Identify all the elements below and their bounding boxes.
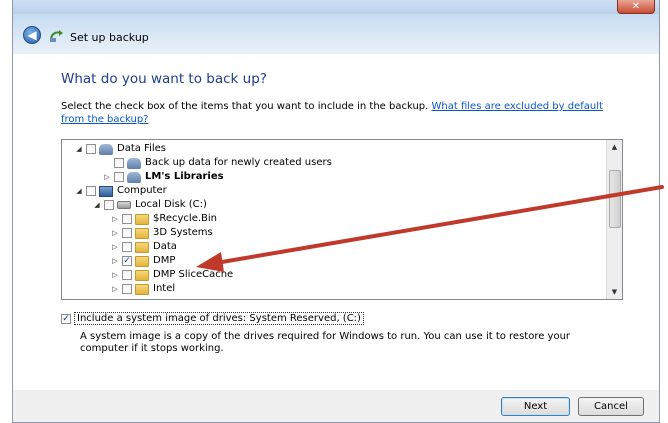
tree-item-label: Data Files xyxy=(117,143,166,154)
tree-item-checkbox[interactable] xyxy=(86,144,96,154)
expand-toggle-icon[interactable]: ◢ xyxy=(74,142,84,156)
tree-item-label: Computer xyxy=(117,185,167,196)
tree-item-checkbox[interactable] xyxy=(122,284,132,294)
tree-item[interactable]: ▷ 3D Systems xyxy=(110,226,213,240)
tree-item[interactable]: ◢ Local Disk (C:) xyxy=(92,198,207,212)
tree-item-label: Intel xyxy=(153,283,176,294)
intro-instructions: Select the check box of the items that y… xyxy=(61,101,432,112)
tree-item-checkbox[interactable] xyxy=(114,158,124,168)
tree-item[interactable]: ▷ ✓ DMP xyxy=(110,254,175,268)
tree-item-checkbox[interactable] xyxy=(122,270,132,280)
back-button[interactable]: ◀ xyxy=(23,26,41,44)
folder-icon xyxy=(135,213,149,225)
tree-item-checkbox[interactable] xyxy=(122,228,132,238)
expand-toggle-icon[interactable]: ▷ xyxy=(102,170,112,184)
expand-toggle-icon[interactable]: ▷ xyxy=(110,240,120,254)
wizard-content: What do you want to back up? Select the … xyxy=(13,54,659,390)
system-image-label[interactable]: Include a system image of drives: System… xyxy=(74,312,364,325)
expand-toggle-icon[interactable]: ▷ xyxy=(110,212,120,226)
users-icon xyxy=(127,157,141,169)
intro-text: Select the check box of the items that y… xyxy=(61,100,621,126)
tree-item-label: Back up data for newly created users xyxy=(145,157,332,168)
back-arrow-icon: ◀ xyxy=(27,28,37,42)
tree-item-label: $Recycle.Bin xyxy=(153,213,218,224)
tree-scrollbar[interactable]: ▲ ▼ xyxy=(606,140,622,299)
navigation-bar: ◀ Set up backup xyxy=(13,14,659,54)
folder-icon xyxy=(135,227,149,239)
close-button[interactable]: ✕ xyxy=(617,0,655,14)
tree-item[interactable]: ◢ Computer xyxy=(74,184,167,198)
wizard-title: Set up backup xyxy=(70,31,149,44)
tree-item[interactable]: ▷ Data xyxy=(110,240,177,254)
cancel-button[interactable]: Cancel xyxy=(578,397,644,416)
system-image-option[interactable]: ✓ Include a system image of drives: Syst… xyxy=(61,312,364,325)
tree-item-label: LM's Libraries xyxy=(145,171,224,182)
folder-icon xyxy=(135,255,149,267)
tree-item-label: Data xyxy=(153,241,177,252)
backup-wizard-window: ✕ ◀ Set up backup What do you want to ba… xyxy=(12,0,660,423)
tree-item[interactable]: ▷ Intel xyxy=(110,282,175,296)
tree-item-checkbox[interactable] xyxy=(122,214,132,224)
expand-toggle-icon[interactable]: ▷ xyxy=(110,282,120,296)
expand-toggle-icon[interactable]: ◢ xyxy=(74,184,84,198)
backup-items-tree[interactable]: ◢ Data Files Back up data for newly create… xyxy=(61,139,623,300)
expand-toggle-icon[interactable]: ▷ xyxy=(110,254,120,268)
tree-item[interactable]: Back up data for newly created users xyxy=(102,156,332,170)
folder-icon xyxy=(135,241,149,253)
expand-toggle-icon[interactable]: ▷ xyxy=(110,226,120,240)
folder-icon xyxy=(135,269,149,281)
tree-item-checkbox[interactable] xyxy=(104,200,114,210)
expand-toggle-icon[interactable]: ▷ xyxy=(110,268,120,282)
scroll-up-icon[interactable]: ▲ xyxy=(607,140,622,154)
tree-item-checkbox[interactable] xyxy=(114,172,124,182)
tree-item[interactable]: ▷ DMP SliceCache xyxy=(110,268,233,282)
drive-icon xyxy=(117,201,131,209)
tree-item-label: Local Disk (C:) xyxy=(135,199,207,210)
tree-item-checkbox[interactable] xyxy=(122,242,132,252)
scroll-thumb[interactable] xyxy=(609,170,621,228)
users-icon xyxy=(99,143,113,155)
page-heading: What do you want to back up? xyxy=(61,71,267,87)
next-button[interactable]: Next xyxy=(501,397,570,416)
tree-item[interactable]: ▷ $Recycle.Bin xyxy=(110,212,217,226)
scroll-down-icon[interactable]: ▼ xyxy=(607,285,622,299)
tree-item-checkbox[interactable] xyxy=(86,186,96,196)
expand-toggle-icon[interactable]: ◢ xyxy=(92,198,102,212)
folder-icon xyxy=(135,283,149,295)
system-image-checkbox[interactable]: ✓ xyxy=(61,313,71,324)
tree-item[interactable]: ◢ Data Files xyxy=(74,142,166,156)
tree-item-label: DMP xyxy=(153,255,176,266)
title-bar: ✕ xyxy=(13,0,659,14)
backup-icon xyxy=(50,30,63,42)
computer-icon xyxy=(99,185,113,197)
tree-item-label: DMP SliceCache xyxy=(153,269,234,280)
system-image-description: A system image is a copy of the drives r… xyxy=(80,331,571,354)
tree-item-label: 3D Systems xyxy=(153,227,213,238)
users-icon xyxy=(127,171,141,183)
close-icon: ✕ xyxy=(631,1,641,12)
tree-item[interactable]: ▷ LM's Libraries xyxy=(102,170,224,184)
tree-item-checkbox[interactable]: ✓ xyxy=(122,256,132,266)
